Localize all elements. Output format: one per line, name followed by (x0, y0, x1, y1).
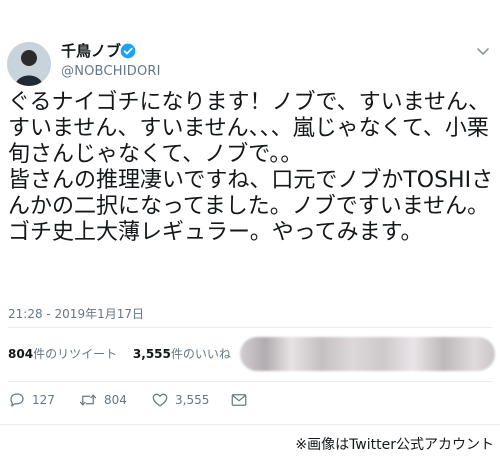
avatar[interactable] (7, 42, 51, 86)
tweet-text: ぐるナイゴチになります！ノブで、すいません、すいません、すいません、、、嵐じゃな… (8, 90, 494, 245)
image-credit-caption: ※画像はTwitter公式アカウント (295, 437, 494, 453)
divider (8, 327, 492, 328)
verified-badge-icon (120, 43, 136, 59)
retweets-stat[interactable]: 804件のリツイート (8, 345, 117, 362)
likes-label: 件のいいね (170, 347, 231, 361)
retweets-count: 804 (8, 347, 34, 361)
message-icon (231, 394, 247, 406)
like-button[interactable]: 3,555 (151, 390, 209, 410)
like-count: 3,555 (175, 393, 210, 407)
reply-count: 127 (32, 393, 55, 407)
liker-avatars-blurred (240, 337, 495, 371)
retweets-label: 件のリツイート (33, 347, 118, 361)
likes-count: 3,555 (132, 347, 171, 361)
avatar-image (7, 42, 51, 86)
engagement-stats: 804件のリツイート 3,555件のいいね (8, 345, 243, 362)
likes-stat[interactable]: 3,555件のいいね (133, 345, 231, 362)
divider (8, 381, 492, 382)
tweet-actions: 127 804 3,555 (8, 390, 308, 412)
retweet-button[interactable]: 804 (78, 390, 127, 410)
tweet-card: 千鳥ノブ @NOBCHIDORI ぐるナイゴチになります！ノブで、すいません、す… (0, 0, 500, 425)
tweet-timestamp[interactable]: 21:28 - 2019年1月17日 (8, 305, 144, 322)
like-icon (152, 393, 168, 407)
user-handle[interactable]: @NOBCHIDORI (61, 64, 161, 79)
retweet-count: 804 (104, 393, 127, 407)
display-name[interactable]: 千鳥ノブ (61, 42, 121, 60)
retweet-icon (79, 394, 97, 406)
direct-message-button[interactable] (230, 390, 254, 410)
reply-button[interactable]: 127 (8, 390, 55, 410)
reply-icon (10, 393, 24, 407)
chevron-down-icon[interactable] (476, 44, 490, 58)
